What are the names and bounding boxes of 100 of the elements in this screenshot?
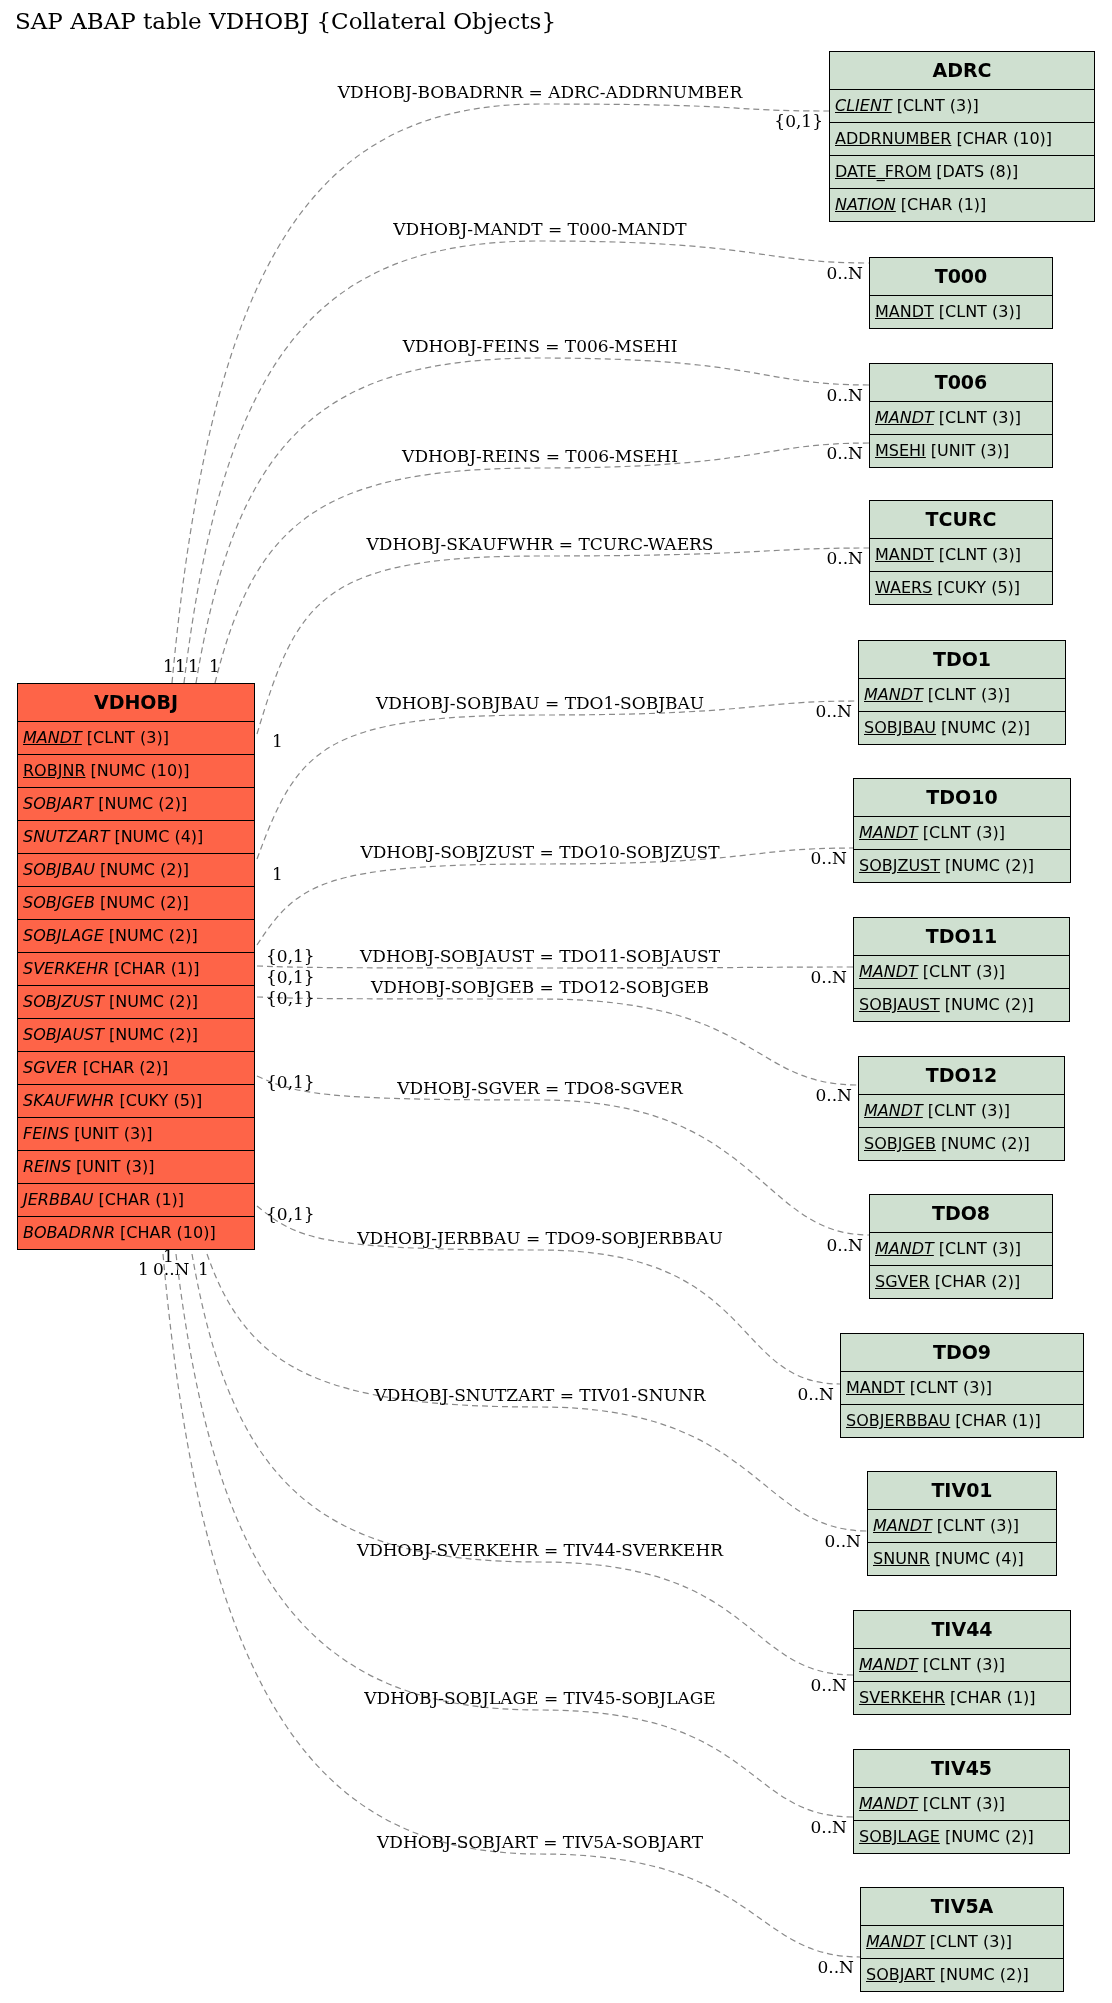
- field-type: [CHAR (1)]: [900, 195, 987, 214]
- field-name: MANDT: [23, 728, 82, 747]
- field-name: WAERS: [875, 578, 933, 597]
- field-type: [CHAR (10)]: [120, 1223, 216, 1242]
- relationship-label: VDHOBJ-SGVER = TDO8-SGVER: [397, 1078, 683, 1098]
- field-type: [CLNT (3)]: [909, 1378, 992, 1397]
- field-type: [NUMC (2)]: [945, 856, 1034, 875]
- field-name: SNUNR: [873, 1549, 930, 1568]
- field-name: ADDRNUMBER: [835, 129, 952, 148]
- field-name: MANDT: [875, 408, 934, 427]
- field-type: [CLNT (3)]: [922, 962, 1005, 981]
- field-type: [NUMC (4)]: [934, 1549, 1024, 1568]
- cardinality-label: 0..N: [810, 1817, 847, 1837]
- cardinality-label: 0..N: [826, 263, 863, 283]
- relationship-label: VDHOBJ-SOBJGEB = TDO12-SOBJGEB: [371, 977, 709, 997]
- field-name: SNUTZART: [23, 827, 110, 846]
- table-name: ADRC: [931, 58, 993, 83]
- cardinality-label: 0..N: [815, 701, 852, 721]
- field-type: [CLNT (3)]: [922, 1655, 1005, 1674]
- relationship-label: VDHOBJ-SVERKEHR = TIV44-SVERKEHR: [356, 1540, 724, 1560]
- cardinality-label: 0..N: [826, 1235, 863, 1255]
- field-name: SOBJERBBAU: [846, 1411, 951, 1430]
- field-name: ROBJNR: [23, 761, 86, 780]
- table-name: TDO10: [925, 785, 999, 810]
- field-name: MANDT: [846, 1378, 905, 1397]
- field-name: MANDT: [875, 545, 934, 564]
- field-type: [NUMC (2)]: [940, 1134, 1030, 1153]
- cardinality-label: 1: [188, 656, 199, 676]
- table-name: TDO1: [931, 647, 993, 672]
- field-type: [NUMC (2)]: [941, 718, 1030, 737]
- field-type: [CUKY (5)]: [937, 578, 1021, 597]
- cardinality-label: 0..N: [810, 848, 847, 868]
- field-type: [CHAR (2)]: [82, 1058, 169, 1077]
- field-name: SOBJBAU: [864, 718, 937, 737]
- field-type: [NUMC (4)]: [114, 827, 204, 846]
- cardinality-label: 1: [272, 864, 283, 884]
- cardinality-label: {0,1}: [266, 967, 315, 987]
- field-name: MANDT: [875, 302, 934, 321]
- field-type: [CLNT (3)]: [896, 96, 979, 115]
- cardinality-label: 0..N: [826, 443, 863, 463]
- field-name: MANDT: [859, 962, 918, 981]
- field-name: SOBJART: [866, 1965, 935, 1984]
- cardinality-label: 0..N: [797, 1384, 834, 1404]
- relationship-label: VDHOBJ-BOBADRNR = ADRC-ADDRNUMBER: [337, 82, 743, 102]
- cardinality-label: 0..N: [810, 1675, 847, 1695]
- field-name: CLIENT: [835, 96, 892, 115]
- table-name: TCURC: [924, 507, 998, 532]
- field-name: MANDT: [859, 823, 918, 842]
- field-type: [NUMC (2)]: [108, 926, 198, 945]
- cardinality-label: 0..N: [815, 1085, 852, 1105]
- field-type: [CLNT (3)]: [938, 302, 1021, 321]
- field-type: [CHAR (10)]: [956, 129, 1053, 148]
- field-type: [CLNT (3)]: [936, 1516, 1019, 1535]
- field-type: [CLNT (3)]: [938, 1239, 1021, 1258]
- field-name: REINS: [23, 1157, 72, 1176]
- field-type: [CLNT (3)]: [938, 545, 1021, 564]
- field-type: [UNIT (3)]: [74, 1124, 153, 1143]
- table-name: T000: [933, 264, 989, 289]
- field-type: [CLNT (3)]: [922, 1794, 1005, 1813]
- field-name: SOBJLAGE: [23, 926, 104, 945]
- field-type: [CHAR (2)]: [934, 1272, 1021, 1291]
- field-name: MANDT: [859, 1794, 918, 1813]
- field-type: [NUMC (2)]: [109, 1025, 198, 1044]
- field-name: MSEHI: [875, 441, 926, 460]
- table-name: VDHOBJ: [92, 690, 180, 715]
- table-name: TDO8: [930, 1201, 992, 1226]
- field-name: SOBJART: [23, 794, 94, 813]
- table-name: TIV45: [929, 1756, 994, 1781]
- cardinality-label: 0..N: [824, 1531, 861, 1551]
- field-type: [CLNT (3)]: [927, 1101, 1010, 1120]
- relationship-label: VDHOBJ-SOBJBAU = TDO1-SOBJBAU: [375, 693, 705, 713]
- cardinality-label: 0..N: [826, 548, 863, 568]
- relationship-label: VDHOBJ-SOBJZUST = TDO10-SOBJZUST: [360, 842, 720, 862]
- cardinality-label: 1: [272, 731, 283, 751]
- relationship-label: VDHOBJ-FEINS = T006-MSEHI: [402, 336, 678, 356]
- field-type: [NUMC (2)]: [99, 893, 189, 912]
- cardinality-label: {0,1}: [266, 946, 315, 966]
- field-name: SVERKEHR: [859, 1688, 946, 1707]
- field-type: [NUMC (2)]: [944, 1827, 1034, 1846]
- field-name: SOBJLAGE: [859, 1827, 940, 1846]
- field-name: SOBJAUST: [23, 1025, 105, 1044]
- field-name: MANDT: [873, 1516, 932, 1535]
- field-type: [CLNT (3)]: [927, 685, 1010, 704]
- cardinality-label: 1: [209, 656, 220, 676]
- relationship-label: VDHOBJ-SKAUFWHR = TCURC-WAERS: [366, 534, 714, 554]
- field-name: DATE_FROM: [835, 162, 932, 181]
- field-name: NATION: [835, 195, 896, 214]
- field-type: [CHAR (1)]: [955, 1411, 1041, 1430]
- cardinality-label: {0,1}: [266, 1204, 315, 1224]
- field-type: [CLNT (3)]: [922, 823, 1005, 842]
- cardinality-label: 1: [198, 1259, 209, 1279]
- cardinality-label: 1: [175, 656, 186, 676]
- field-name: MANDT: [859, 1655, 918, 1674]
- cardinality-label: {0,1}: [266, 1072, 315, 1092]
- field-name: SOBJBAU: [23, 860, 96, 879]
- field-name: MANDT: [864, 685, 923, 704]
- cardinality-label: 0..N: [817, 1957, 854, 1977]
- cardinality-label: 0..N: [826, 385, 863, 405]
- relationship-label: VDHOBJ-REINS = T006-MSEHI: [402, 446, 678, 466]
- field-type: [NUMC (2)]: [98, 794, 188, 813]
